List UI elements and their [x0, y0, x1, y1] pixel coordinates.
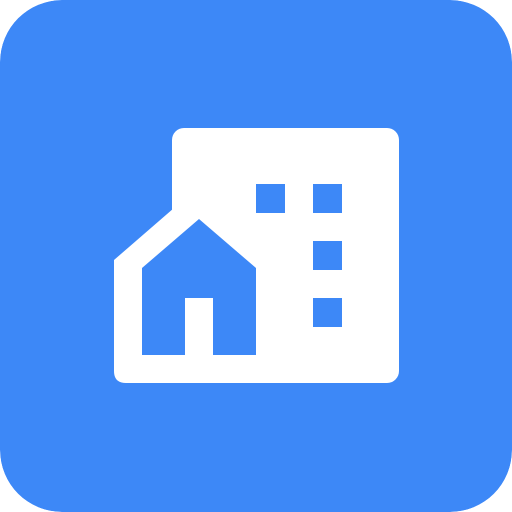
- window-middle-right: [313, 241, 342, 270]
- app-icon: [0, 0, 512, 512]
- window-bottom-right: [313, 298, 342, 327]
- window-top-right: [313, 184, 342, 213]
- buildings-icon: [0, 0, 512, 512]
- window-top-left: [256, 184, 285, 213]
